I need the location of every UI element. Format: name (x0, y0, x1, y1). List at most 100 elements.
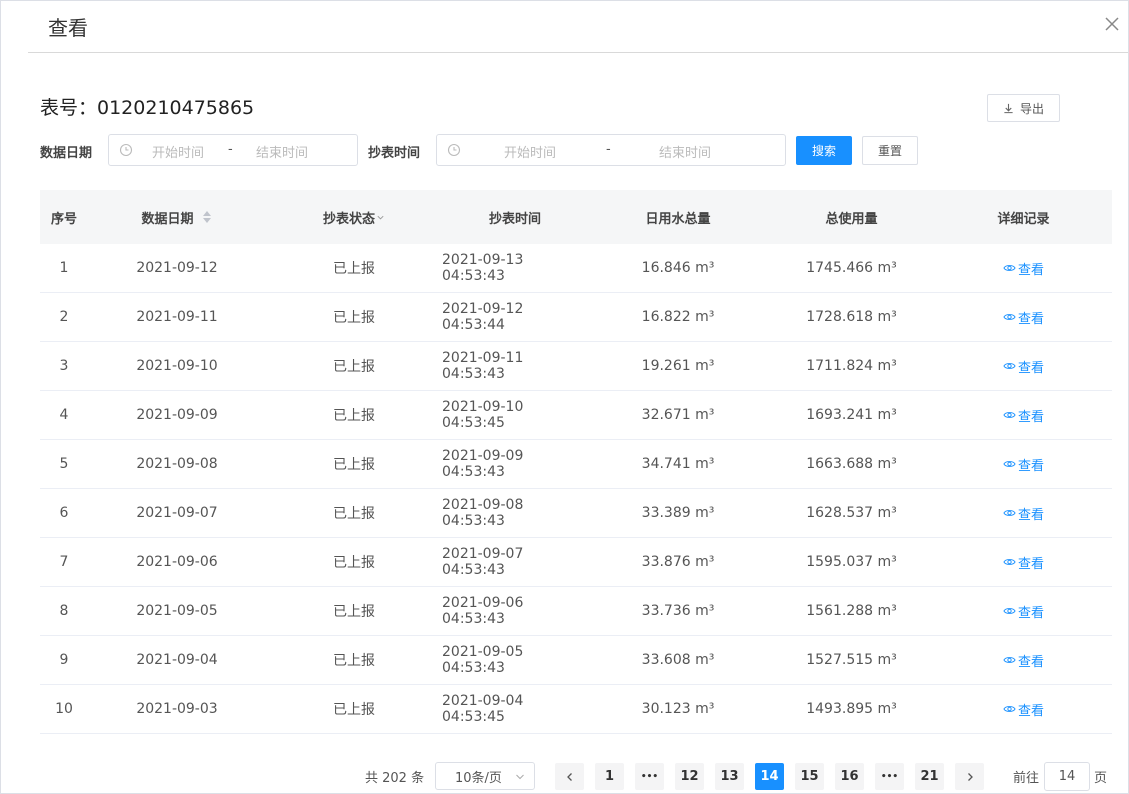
read-time-range-picker[interactable]: 开始时间 - 结束时间 (436, 134, 786, 166)
row-daily-usage: 33.736 m³ (641, 603, 715, 619)
view-details-label: 查看 (1017, 262, 1044, 278)
view-details-link[interactable]: 查看 (1003, 651, 1044, 670)
row-details: 查看 (935, 293, 1112, 341)
data-date-start-input[interactable]: 开始时间 (152, 142, 204, 161)
row-daily-usage: 32.671 m³ (641, 407, 715, 423)
total-count: 共 202 条 (365, 771, 425, 786)
header-read-status[interactable]: 抄表状态 (266, 190, 442, 244)
view-details-label: 查看 (1017, 654, 1044, 670)
clock-icon (119, 143, 133, 157)
page-button-21[interactable]: 21 (915, 763, 944, 790)
view-details-label: 查看 (1017, 605, 1044, 621)
table-row: 9 2021-09-04 已上报 2021-09-05 04:53:43 33.608 … (40, 636, 1112, 685)
row-index: 5 (59, 456, 69, 472)
view-dialog: 查看 表号：0120210475865 导出 数据日期 开始时间 - 结束时间 … (0, 0, 1129, 794)
view-details-label: 查看 (1017, 409, 1044, 425)
row-read-status: 已上报 (333, 702, 375, 718)
view-details-link[interactable]: 查看 (1003, 602, 1044, 621)
row-details: 查看 (935, 489, 1112, 537)
row-data-date: 2021-09-06 (136, 554, 218, 570)
read-time-end-input[interactable]: 结束时间 (659, 142, 711, 161)
search-button[interactable]: 搜索 (796, 136, 852, 165)
row-data-date: 2021-09-11 (136, 309, 218, 325)
eye-icon (1003, 559, 1016, 565)
row-read-time: 2021-09-09 04:53:43 (442, 448, 524, 480)
view-details-link[interactable]: 查看 (1003, 700, 1044, 719)
download-icon (1004, 103, 1013, 113)
meter-number-title: 表号：0120210475865 (40, 97, 255, 119)
row-read-time: 2021-09-07 04:53:43 (442, 546, 524, 578)
eye-icon (1003, 461, 1016, 467)
page-button-15[interactable]: 15 (795, 763, 824, 790)
data-date-range-picker[interactable]: 开始时间 - 结束时间 (108, 134, 358, 166)
page-size-select[interactable]: 10条/页 (435, 762, 535, 790)
range-separator: - (606, 142, 611, 157)
table-row: 2 2021-09-11 已上报 2021-09-12 04:53:44 16.822 … (40, 293, 1112, 342)
row-details: 查看 (935, 685, 1112, 733)
page-button-14[interactable]: 14 (755, 763, 784, 790)
row-data-date: 2021-09-10 (136, 358, 218, 374)
page-button-12[interactable]: 12 (675, 763, 704, 790)
view-details-link[interactable]: 查看 (1003, 308, 1044, 327)
row-read-status: 已上报 (333, 359, 375, 375)
row-data-date: 2021-09-12 (136, 260, 218, 276)
view-details-link[interactable]: 查看 (1003, 406, 1044, 425)
page-more-button[interactable]: ••• (875, 763, 904, 790)
header-details: 详细记录 (935, 190, 1112, 244)
table-row: 1 2021-09-12 已上报 2021-09-13 04:53:43 16.846 … (40, 244, 1112, 293)
row-index: 1 (59, 260, 69, 276)
eye-icon (1003, 412, 1016, 418)
view-details-label: 查看 (1017, 458, 1044, 474)
close-button[interactable] (1102, 14, 1122, 34)
header-data-date[interactable]: 数据日期 (88, 190, 266, 244)
view-details-link[interactable]: 查看 (1003, 259, 1044, 278)
view-details-link[interactable]: 查看 (1003, 504, 1044, 523)
row-read-status: 已上报 (333, 506, 375, 522)
eye-icon (1003, 657, 1016, 663)
view-details-link[interactable]: 查看 (1003, 357, 1044, 376)
row-details: 查看 (935, 244, 1112, 292)
row-read-time: 2021-09-12 04:53:44 (442, 301, 524, 333)
page-button-1[interactable]: 1 (595, 763, 624, 790)
row-read-time: 2021-09-08 04:53:43 (442, 497, 524, 529)
table-row: 6 2021-09-07 已上报 2021-09-08 04:53:43 33.389 … (40, 489, 1112, 538)
page-button-16[interactable]: 16 (835, 763, 864, 790)
row-read-status: 已上报 (333, 555, 375, 571)
row-daily-usage: 16.846 m³ (641, 260, 715, 276)
row-daily-usage: 34.741 m³ (641, 456, 715, 472)
page-size-value: 10条/页 (455, 770, 502, 786)
table-row: 7 2021-09-06 已上报 2021-09-07 04:53:43 33.876 … (40, 538, 1112, 587)
header-read-status-label: 抄表状态 (322, 211, 375, 227)
goto-page-input[interactable] (1044, 762, 1090, 791)
data-date-end-input[interactable]: 结束时间 (256, 142, 308, 161)
reset-button[interactable]: 重置 (862, 136, 918, 165)
view-details-label: 查看 (1017, 556, 1044, 572)
row-data-date: 2021-09-09 (136, 407, 218, 423)
view-details-link[interactable]: 查看 (1003, 455, 1044, 474)
page-more-button[interactable]: ••• (635, 763, 664, 790)
goto-label: 前往 (1013, 771, 1040, 786)
goto-suffix: 页 (1094, 771, 1108, 786)
close-icon (1105, 17, 1119, 31)
row-read-status: 已上报 (333, 457, 375, 473)
sort-icon[interactable] (201, 210, 213, 224)
row-read-status: 已上报 (333, 604, 375, 620)
page-button-13[interactable]: 13 (715, 763, 744, 790)
header-total-usage-label: 总使用量 (825, 211, 878, 227)
table-row: 8 2021-09-05 已上报 2021-09-06 04:53:43 33.736 … (40, 587, 1112, 636)
prev-page-button[interactable] (555, 763, 584, 790)
table-row: 5 2021-09-08 已上报 2021-09-09 04:53:43 34.741 … (40, 440, 1112, 489)
row-daily-usage: 33.876 m³ (641, 554, 715, 570)
row-index: 10 (55, 701, 73, 717)
data-date-label: 数据日期 (40, 146, 93, 161)
read-time-start-input[interactable]: 开始时间 (504, 142, 556, 161)
next-page-button[interactable] (955, 763, 984, 790)
chevron-down-icon[interactable] (376, 213, 385, 222)
row-total-usage: 1745.466 m³ (806, 260, 897, 276)
row-details: 查看 (935, 342, 1112, 390)
view-details-link[interactable]: 查看 (1003, 553, 1044, 572)
records-table: 序号 数据日期 抄表状态 抄表时间 日用水总量 总使用量 详细记录 1 2021-… (40, 190, 1112, 734)
read-time-label: 抄表时间 (368, 146, 421, 161)
export-button[interactable]: 导出 (987, 94, 1060, 122)
row-read-time: 2021-09-06 04:53:43 (442, 595, 524, 627)
